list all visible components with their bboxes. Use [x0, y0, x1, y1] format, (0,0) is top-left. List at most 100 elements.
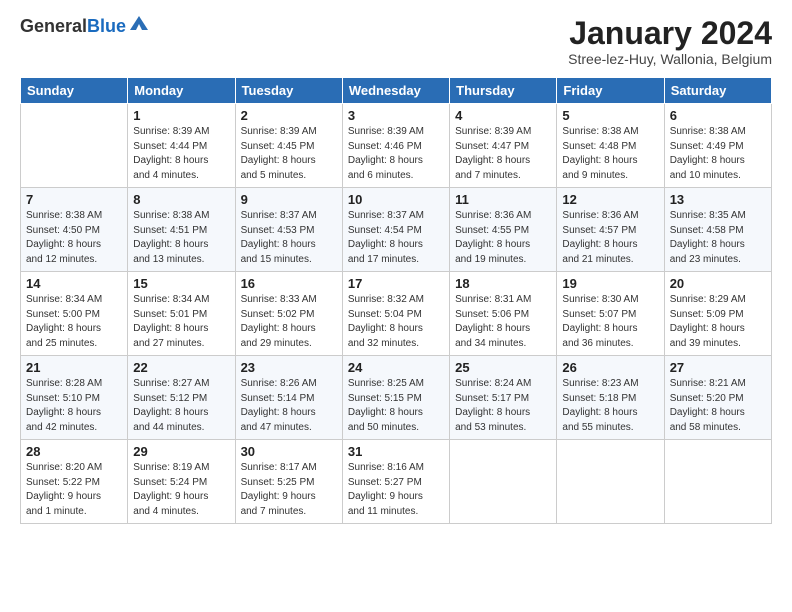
day-info: Sunrise: 8:37 AMSunset: 4:54 PMDaylight:…	[348, 209, 444, 267]
day-info: Sunrise: 8:26 AMSunset: 5:14 PMDaylight:…	[241, 377, 337, 435]
logo-blue: Blue	[87, 16, 126, 36]
day-info: Sunrise: 8:30 AMSunset: 5:07 PMDaylight:…	[562, 293, 658, 351]
day-number: 26	[562, 360, 658, 375]
day-number: 2	[241, 108, 337, 123]
col-thursday: Thursday	[450, 78, 557, 104]
day-number: 17	[348, 276, 444, 291]
day-info: Sunrise: 8:28 AMSunset: 5:10 PMDaylight:…	[26, 377, 122, 435]
day-number: 24	[348, 360, 444, 375]
calendar-cell: 15 Sunrise: 8:34 AMSunset: 5:01 PMDayligh…	[128, 272, 235, 356]
day-info: Sunrise: 8:34 AMSunset: 5:00 PMDaylight:…	[26, 293, 122, 351]
day-info: Sunrise: 8:39 AMSunset: 4:45 PMDaylight:…	[241, 125, 337, 183]
calendar-cell: 16 Sunrise: 8:33 AMSunset: 5:02 PMDayligh…	[235, 272, 342, 356]
calendar-cell	[557, 440, 664, 524]
day-info: Sunrise: 8:33 AMSunset: 5:02 PMDaylight:…	[241, 293, 337, 351]
calendar-cell: 31 Sunrise: 8:16 AMSunset: 5:27 PMDayligh…	[342, 440, 449, 524]
day-number: 30	[241, 444, 337, 459]
day-number: 18	[455, 276, 551, 291]
day-info: Sunrise: 8:16 AMSunset: 5:27 PMDaylight:…	[348, 461, 444, 519]
day-number: 29	[133, 444, 229, 459]
location: Stree-lez-Huy, Wallonia, Belgium	[568, 51, 772, 67]
day-number: 22	[133, 360, 229, 375]
day-number: 13	[670, 192, 766, 207]
day-number: 25	[455, 360, 551, 375]
day-number: 15	[133, 276, 229, 291]
col-wednesday: Wednesday	[342, 78, 449, 104]
day-number: 31	[348, 444, 444, 459]
calendar-table: Sunday Monday Tuesday Wednesday Thursday…	[20, 77, 772, 524]
day-info: Sunrise: 8:24 AMSunset: 5:17 PMDaylight:…	[455, 377, 551, 435]
calendar-cell: 28 Sunrise: 8:20 AMSunset: 5:22 PMDayligh…	[21, 440, 128, 524]
day-number: 8	[133, 192, 229, 207]
day-info: Sunrise: 8:17 AMSunset: 5:25 PMDaylight:…	[241, 461, 337, 519]
calendar-week-row: 21 Sunrise: 8:28 AMSunset: 5:10 PMDayligh…	[21, 356, 772, 440]
calendar-cell: 9Sunrise: 8:37 AMSunset: 4:53 PMDaylight…	[235, 188, 342, 272]
calendar-cell	[664, 440, 771, 524]
calendar-cell: 27Sunrise: 8:21 AMSunset: 5:20 PMDayligh…	[664, 356, 771, 440]
calendar-cell: 30 Sunrise: 8:17 AMSunset: 5:25 PMDayligh…	[235, 440, 342, 524]
calendar-week-row: 1 Sunrise: 8:39 AMSunset: 4:44 PMDaylight…	[21, 104, 772, 188]
logo-general: General	[20, 16, 87, 36]
logo: GeneralBlue	[20, 16, 126, 37]
day-number: 10	[348, 192, 444, 207]
calendar-cell	[450, 440, 557, 524]
day-number: 12	[562, 192, 658, 207]
day-number: 11	[455, 192, 551, 207]
day-number: 5	[562, 108, 658, 123]
calendar-cell	[21, 104, 128, 188]
day-number: 14	[26, 276, 122, 291]
day-info: Sunrise: 8:32 AMSunset: 5:04 PMDaylight:…	[348, 293, 444, 351]
calendar-cell: 4 Sunrise: 8:39 AMSunset: 4:47 PMDaylight…	[450, 104, 557, 188]
calendar-cell: 23Sunrise: 8:26 AMSunset: 5:14 PMDayligh…	[235, 356, 342, 440]
day-info: Sunrise: 8:23 AMSunset: 5:18 PMDaylight:…	[562, 377, 658, 435]
calendar-cell: 18 Sunrise: 8:31 AMSunset: 5:06 PMDayligh…	[450, 272, 557, 356]
day-info: Sunrise: 8:36 AMSunset: 4:57 PMDaylight:…	[562, 209, 658, 267]
day-number: 21	[26, 360, 122, 375]
day-info: Sunrise: 8:38 AMSunset: 4:51 PMDaylight:…	[133, 209, 229, 267]
calendar-cell: 22 Sunrise: 8:27 AMSunset: 5:12 PMDayligh…	[128, 356, 235, 440]
col-tuesday: Tuesday	[235, 78, 342, 104]
day-info: Sunrise: 8:31 AMSunset: 5:06 PMDaylight:…	[455, 293, 551, 351]
calendar-cell: 13Sunrise: 8:35 AMSunset: 4:58 PMDayligh…	[664, 188, 771, 272]
calendar-cell: 12 Sunrise: 8:36 AMSunset: 4:57 PMDayligh…	[557, 188, 664, 272]
calendar-cell: 29 Sunrise: 8:19 AMSunset: 5:24 PMDayligh…	[128, 440, 235, 524]
day-info: Sunrise: 8:39 AMSunset: 4:44 PMDaylight:…	[133, 125, 229, 183]
calendar-cell: 11 Sunrise: 8:36 AMSunset: 4:55 PMDayligh…	[450, 188, 557, 272]
day-number: 1	[133, 108, 229, 123]
day-number: 27	[670, 360, 766, 375]
day-number: 4	[455, 108, 551, 123]
day-info: Sunrise: 8:39 AMSunset: 4:46 PMDaylight:…	[348, 125, 444, 183]
day-info: Sunrise: 8:39 AMSunset: 4:47 PMDaylight:…	[455, 125, 551, 183]
day-info: Sunrise: 8:38 AMSunset: 4:48 PMDaylight:…	[562, 125, 658, 183]
calendar-cell: 26 Sunrise: 8:23 AMSunset: 5:18 PMDayligh…	[557, 356, 664, 440]
col-sunday: Sunday	[21, 78, 128, 104]
calendar-cell: 10 Sunrise: 8:37 AMSunset: 4:54 PMDayligh…	[342, 188, 449, 272]
day-number: 3	[348, 108, 444, 123]
day-info: Sunrise: 8:20 AMSunset: 5:22 PMDaylight:…	[26, 461, 122, 519]
day-info: Sunrise: 8:38 AMSunset: 4:49 PMDaylight:…	[670, 125, 766, 183]
calendar-cell: 3 Sunrise: 8:39 AMSunset: 4:46 PMDaylight…	[342, 104, 449, 188]
month-title: January 2024	[568, 16, 772, 51]
calendar-cell: 20Sunrise: 8:29 AMSunset: 5:09 PMDayligh…	[664, 272, 771, 356]
day-info: Sunrise: 8:29 AMSunset: 5:09 PMDaylight:…	[670, 293, 766, 351]
calendar-cell: 17 Sunrise: 8:32 AMSunset: 5:04 PMDayligh…	[342, 272, 449, 356]
day-info: Sunrise: 8:27 AMSunset: 5:12 PMDaylight:…	[133, 377, 229, 435]
calendar-cell: 5 Sunrise: 8:38 AMSunset: 4:48 PMDaylight…	[557, 104, 664, 188]
day-number: 6	[670, 108, 766, 123]
title-block: January 2024 Stree-lez-Huy, Wallonia, Be…	[568, 16, 772, 67]
day-info: Sunrise: 8:36 AMSunset: 4:55 PMDaylight:…	[455, 209, 551, 267]
calendar-cell: 19Sunrise: 8:30 AMSunset: 5:07 PMDayligh…	[557, 272, 664, 356]
day-number: 28	[26, 444, 122, 459]
day-number: 9	[241, 192, 337, 207]
col-saturday: Saturday	[664, 78, 771, 104]
calendar-week-row: 28 Sunrise: 8:20 AMSunset: 5:22 PMDayligh…	[21, 440, 772, 524]
day-number: 16	[241, 276, 337, 291]
calendar-week-row: 14 Sunrise: 8:34 AMSunset: 5:00 PMDayligh…	[21, 272, 772, 356]
calendar-cell: 24 Sunrise: 8:25 AMSunset: 5:15 PMDayligh…	[342, 356, 449, 440]
page-container: GeneralBlue January 2024 Stree-lez-Huy, …	[0, 0, 792, 534]
day-info: Sunrise: 8:34 AMSunset: 5:01 PMDaylight:…	[133, 293, 229, 351]
col-monday: Monday	[128, 78, 235, 104]
day-info: Sunrise: 8:25 AMSunset: 5:15 PMDaylight:…	[348, 377, 444, 435]
day-info: Sunrise: 8:19 AMSunset: 5:24 PMDaylight:…	[133, 461, 229, 519]
calendar-cell: 1 Sunrise: 8:39 AMSunset: 4:44 PMDaylight…	[128, 104, 235, 188]
